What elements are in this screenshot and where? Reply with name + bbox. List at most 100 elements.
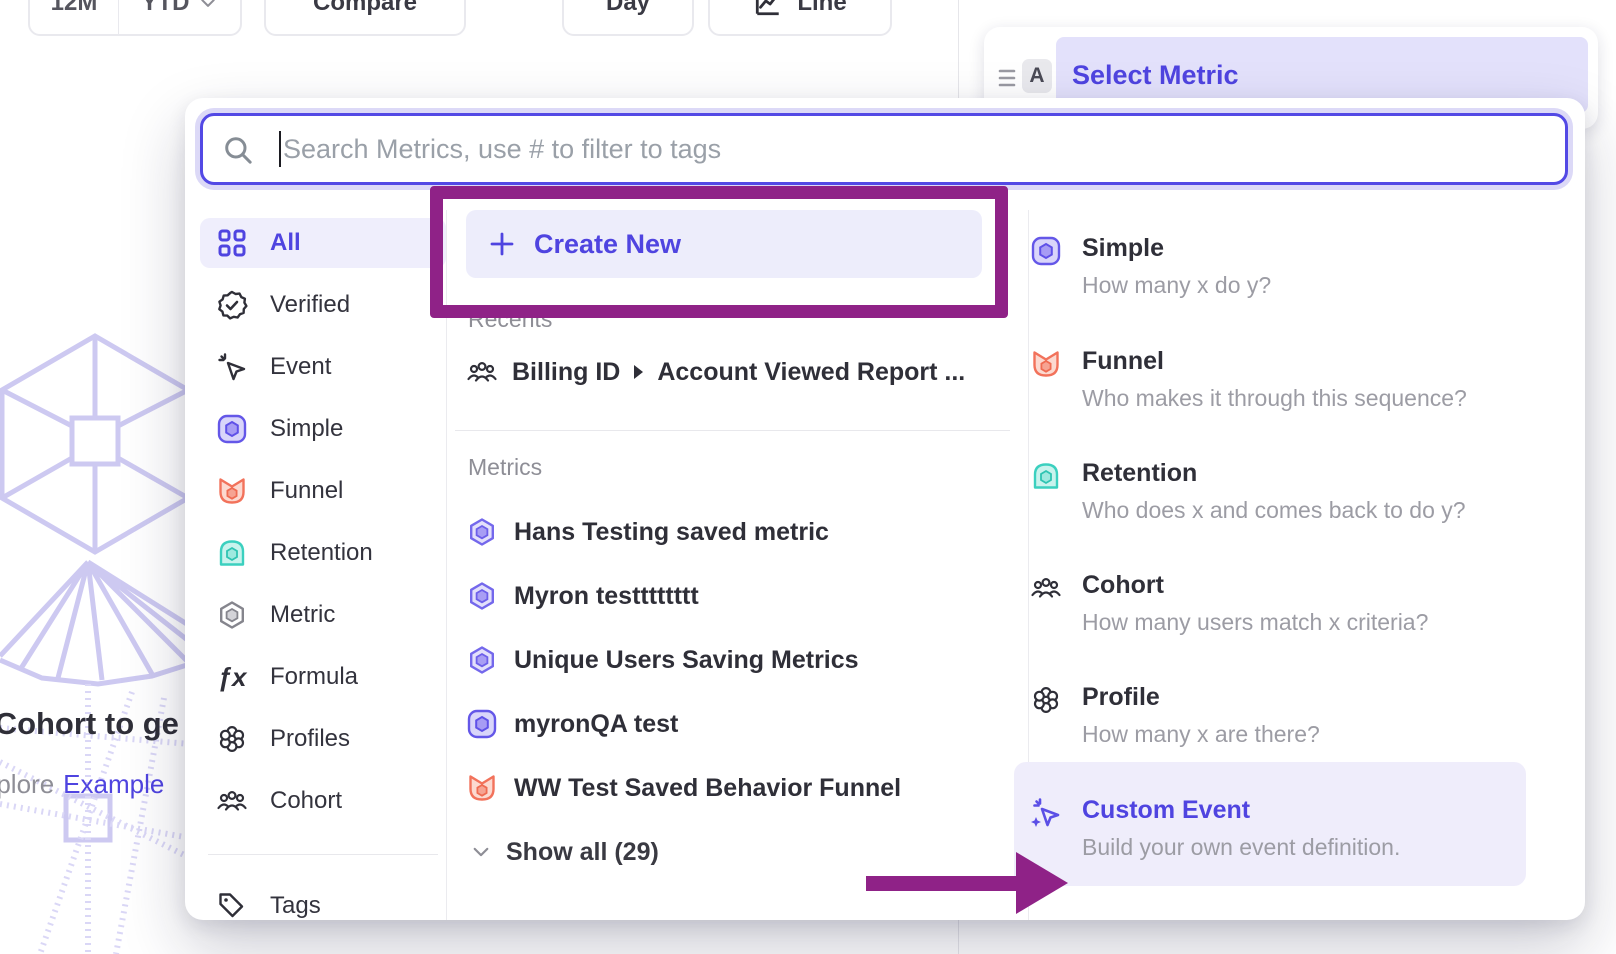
profiles-cluster-icon bbox=[1030, 684, 1062, 716]
custom-event-icon bbox=[1030, 797, 1062, 829]
sidebar-item-all[interactable]: All bbox=[200, 218, 446, 268]
sidebar-item-formula[interactable]: ƒx Formula bbox=[200, 652, 446, 702]
divider bbox=[455, 430, 1010, 431]
metrics-header: Metrics bbox=[468, 454, 542, 481]
explore-prefix: Explore bbox=[0, 769, 54, 799]
recent-item-secondary: Account Viewed Report ... bbox=[657, 358, 965, 387]
type-profile[interactable]: Profile How many x are there? bbox=[1030, 682, 1535, 747]
granularity-button[interactable]: Day bbox=[562, 0, 694, 36]
recent-item-primary: Billing ID bbox=[512, 358, 620, 387]
metric-item-hans[interactable]: Hans Testing saved metric bbox=[466, 508, 901, 556]
breadcrumb-arrow-icon bbox=[634, 365, 643, 379]
event-cursor-icon bbox=[216, 351, 248, 383]
sidebar-item-cohort[interactable]: Cohort bbox=[200, 776, 446, 826]
sidebar-item-label: Simple bbox=[270, 415, 343, 443]
sidebar-item-label: Formula bbox=[270, 663, 358, 691]
metric-item-ww-funnel[interactable]: WW Test Saved Behavior Funnel bbox=[466, 764, 901, 812]
sidebar-item-event[interactable]: Event bbox=[200, 342, 446, 392]
type-simple[interactable]: Simple How many x do y? bbox=[1030, 233, 1535, 298]
metric-item-myronqa[interactable]: myronQA test bbox=[466, 700, 901, 748]
show-all-button[interactable]: Show all (29) bbox=[470, 832, 659, 872]
search-icon bbox=[221, 133, 253, 165]
type-funnel[interactable]: Funnel Who makes it through this sequenc… bbox=[1030, 346, 1535, 411]
range-ytd-label: YTD bbox=[142, 0, 190, 17]
profiles-cluster-icon bbox=[216, 723, 248, 755]
series-a-label: A bbox=[1029, 64, 1044, 88]
example-link[interactable]: Example bbox=[63, 769, 164, 799]
sidebar-item-label: Retention bbox=[270, 539, 373, 567]
text-caret bbox=[279, 131, 281, 167]
sidebar-item-funnel[interactable]: Funnel bbox=[200, 466, 446, 516]
sidebar-item-label: Cohort bbox=[270, 787, 342, 815]
type-cohort[interactable]: Cohort How many users match x criteria? bbox=[1030, 570, 1535, 635]
saved-metric-icon bbox=[466, 516, 498, 548]
saved-metric-icon bbox=[466, 644, 498, 676]
simple-metric-icon bbox=[216, 413, 248, 445]
show-all-label: Show all (29) bbox=[506, 838, 659, 867]
saved-metric-icon bbox=[466, 580, 498, 612]
wireframe-illustration bbox=[0, 330, 190, 954]
retention-icon bbox=[1030, 460, 1062, 492]
funnel-icon bbox=[466, 772, 498, 804]
metric-item-label: Unique Users Saving Metrics bbox=[514, 646, 859, 675]
type-description: How many x do y? bbox=[1082, 272, 1535, 298]
range-ytd-button[interactable]: YTD bbox=[119, 0, 240, 34]
sidebar-item-profiles[interactable]: Profiles bbox=[200, 714, 446, 764]
metric-picker-dropdown: All Verified Event Simple Funnel Retenti… bbox=[185, 98, 1585, 920]
sidebar-item-tags[interactable]: Tags bbox=[200, 881, 446, 920]
background-headline: r Cohort to ge bbox=[0, 706, 179, 742]
chevron-down-icon bbox=[198, 0, 218, 13]
type-custom-event[interactable]: Custom Event Build your own event defini… bbox=[1030, 795, 1535, 860]
sidebar-item-label: Verified bbox=[270, 291, 350, 319]
date-range-control: 12M YTD bbox=[28, 0, 242, 36]
type-retention[interactable]: Retention Who does x and comes back to d… bbox=[1030, 458, 1535, 523]
chevron-down-icon bbox=[470, 841, 492, 863]
type-description: How many x are there? bbox=[1082, 721, 1535, 747]
sidebar-item-simple[interactable]: Simple bbox=[200, 404, 446, 454]
formula-fx-icon: ƒx bbox=[216, 662, 248, 693]
verified-badge-icon bbox=[216, 289, 248, 321]
sidebar-item-label: All bbox=[270, 229, 301, 257]
simple-metric-icon bbox=[1030, 235, 1062, 267]
background-explore-line: Explore Example bbox=[0, 769, 164, 800]
line-chart-icon bbox=[753, 0, 783, 18]
compare-label: Compare bbox=[313, 0, 417, 17]
sidebar-item-label: Profiles bbox=[270, 725, 350, 753]
type-description: Who does x and comes back to do y? bbox=[1082, 497, 1535, 523]
type-title: Custom Event bbox=[1082, 795, 1535, 825]
type-title: Cohort bbox=[1082, 570, 1535, 600]
sidebar-item-label: Funnel bbox=[270, 477, 343, 505]
cohort-people-icon bbox=[216, 785, 248, 817]
type-title: Simple bbox=[1082, 233, 1535, 263]
granularity-label: Day bbox=[606, 0, 650, 17]
metric-hexagon-icon bbox=[216, 599, 248, 631]
tag-icon bbox=[216, 890, 248, 920]
cohort-people-icon bbox=[1030, 572, 1062, 604]
range-12m-button[interactable]: 12M bbox=[30, 0, 118, 34]
chart-type-button[interactable]: Line bbox=[708, 0, 892, 36]
type-description: Who makes it through this sequence? bbox=[1082, 385, 1535, 411]
compare-button[interactable]: Compare bbox=[264, 0, 466, 36]
sidebar-item-label: Tags bbox=[270, 892, 321, 920]
retention-icon bbox=[216, 537, 248, 569]
create-new-button[interactable]: Create New bbox=[466, 210, 982, 278]
divider bbox=[208, 854, 438, 855]
recent-item-billing[interactable]: Billing ID Account Viewed Report ... bbox=[466, 350, 965, 394]
search-input[interactable] bbox=[283, 134, 1547, 165]
sidebar-item-metric[interactable]: Metric bbox=[200, 590, 446, 640]
range-12m-label: 12M bbox=[51, 0, 98, 17]
type-title: Funnel bbox=[1082, 346, 1535, 376]
metric-item-unique-users[interactable]: Unique Users Saving Metrics bbox=[466, 636, 901, 684]
type-description: How many users match x criteria? bbox=[1082, 609, 1535, 635]
metric-item-label: Myron testttttttt bbox=[514, 582, 699, 611]
cohort-people-icon bbox=[466, 356, 498, 388]
search-box[interactable] bbox=[200, 113, 1568, 185]
drag-handle-icon[interactable] bbox=[998, 65, 1018, 91]
plus-icon bbox=[488, 230, 516, 258]
divider bbox=[446, 210, 447, 920]
sidebar-item-verified[interactable]: Verified bbox=[200, 280, 446, 330]
sidebar-item-retention[interactable]: Retention bbox=[200, 528, 446, 578]
filter-sidebar: All Verified Event Simple Funnel Retenti… bbox=[200, 218, 446, 920]
create-new-label: Create New bbox=[534, 229, 681, 260]
metric-item-myron[interactable]: Myron testttttttt bbox=[466, 572, 901, 620]
